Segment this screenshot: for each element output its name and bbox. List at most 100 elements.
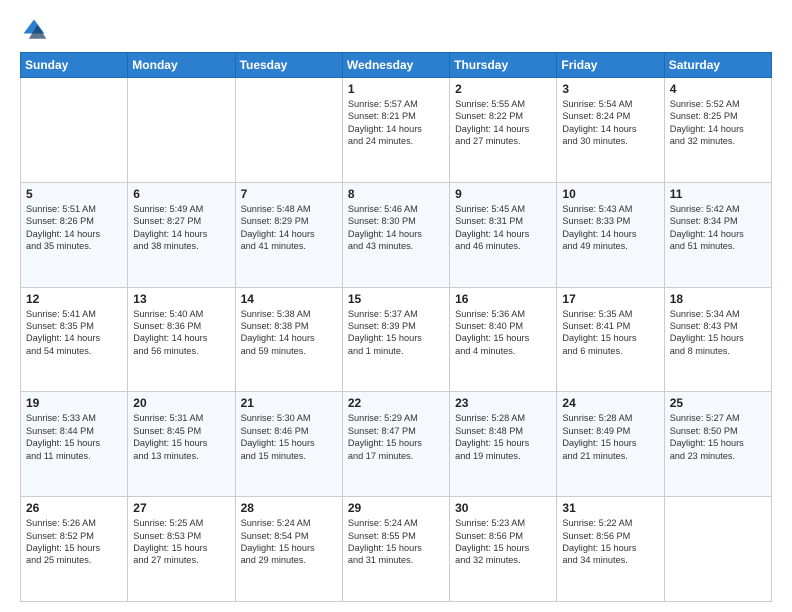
calendar-week-3: 12 Sunrise: 5:41 AM Sunset: 8:35 PM Dayli… bbox=[21, 287, 772, 392]
calendar-cell: 3 Sunrise: 5:54 AM Sunset: 8:24 PM Daylig… bbox=[557, 78, 664, 183]
calendar-cell: 11 Sunrise: 5:42 AM Sunset: 8:34 PM Dayli… bbox=[664, 182, 771, 287]
calendar-cell: 12 Sunrise: 5:41 AM Sunset: 8:35 PM Dayli… bbox=[21, 287, 128, 392]
cell-info: Sunrise: 5:25 AM Sunset: 8:53 PM Dayligh… bbox=[133, 517, 229, 567]
calendar-cell: 2 Sunrise: 5:55 AM Sunset: 8:22 PM Daylig… bbox=[450, 78, 557, 183]
calendar-table: SundayMondayTuesdayWednesdayThursdayFrid… bbox=[20, 52, 772, 602]
calendar-cell: 5 Sunrise: 5:51 AM Sunset: 8:26 PM Daylig… bbox=[21, 182, 128, 287]
day-header-tuesday: Tuesday bbox=[235, 53, 342, 78]
cell-info: Sunrise: 5:55 AM Sunset: 8:22 PM Dayligh… bbox=[455, 98, 551, 148]
calendar-week-4: 19 Sunrise: 5:33 AM Sunset: 8:44 PM Dayli… bbox=[21, 392, 772, 497]
day-number: 10 bbox=[562, 187, 658, 201]
cell-info: Sunrise: 5:26 AM Sunset: 8:52 PM Dayligh… bbox=[26, 517, 122, 567]
day-number: 11 bbox=[670, 187, 766, 201]
cell-info: Sunrise: 5:40 AM Sunset: 8:36 PM Dayligh… bbox=[133, 308, 229, 358]
cell-info: Sunrise: 5:41 AM Sunset: 8:35 PM Dayligh… bbox=[26, 308, 122, 358]
cell-info: Sunrise: 5:52 AM Sunset: 8:25 PM Dayligh… bbox=[670, 98, 766, 148]
cell-info: Sunrise: 5:38 AM Sunset: 8:38 PM Dayligh… bbox=[241, 308, 337, 358]
calendar-cell: 7 Sunrise: 5:48 AM Sunset: 8:29 PM Daylig… bbox=[235, 182, 342, 287]
calendar-cell: 21 Sunrise: 5:30 AM Sunset: 8:46 PM Dayli… bbox=[235, 392, 342, 497]
cell-info: Sunrise: 5:29 AM Sunset: 8:47 PM Dayligh… bbox=[348, 412, 444, 462]
calendar-cell: 24Sunrise: 5:28 AM Sunset: 8:49 PM Dayli… bbox=[557, 392, 664, 497]
day-number: 29 bbox=[348, 501, 444, 515]
calendar-week-5: 26 Sunrise: 5:26 AM Sunset: 8:52 PM Dayli… bbox=[21, 497, 772, 602]
calendar-cell: 6 Sunrise: 5:49 AM Sunset: 8:27 PM Daylig… bbox=[128, 182, 235, 287]
calendar-cell: 29 Sunrise: 5:24 AM Sunset: 8:55 PM Dayli… bbox=[342, 497, 449, 602]
day-number: 14 bbox=[241, 292, 337, 306]
day-number: 15 bbox=[348, 292, 444, 306]
calendar-cell: 9Sunrise: 5:45 AM Sunset: 8:31 PM Daylig… bbox=[450, 182, 557, 287]
cell-info: Sunrise: 5:33 AM Sunset: 8:44 PM Dayligh… bbox=[26, 412, 122, 462]
calendar-cell: 1 Sunrise: 5:57 AM Sunset: 8:21 PM Daylig… bbox=[342, 78, 449, 183]
day-number: 3 bbox=[562, 82, 658, 96]
calendar-cell: 30Sunrise: 5:23 AM Sunset: 8:56 PM Dayli… bbox=[450, 497, 557, 602]
calendar-body: 1 Sunrise: 5:57 AM Sunset: 8:21 PM Daylig… bbox=[21, 78, 772, 602]
cell-info: Sunrise: 5:36 AM Sunset: 8:40 PM Dayligh… bbox=[455, 308, 551, 358]
cell-info: Sunrise: 5:46 AM Sunset: 8:30 PM Dayligh… bbox=[348, 203, 444, 253]
day-number: 4 bbox=[670, 82, 766, 96]
cell-info: Sunrise: 5:42 AM Sunset: 8:34 PM Dayligh… bbox=[670, 203, 766, 253]
calendar-cell bbox=[128, 78, 235, 183]
cell-info: Sunrise: 5:24 AM Sunset: 8:54 PM Dayligh… bbox=[241, 517, 337, 567]
cell-info: Sunrise: 5:24 AM Sunset: 8:55 PM Dayligh… bbox=[348, 517, 444, 567]
day-number: 26 bbox=[26, 501, 122, 515]
day-number: 7 bbox=[241, 187, 337, 201]
day-header-friday: Friday bbox=[557, 53, 664, 78]
calendar-cell: 31 Sunrise: 5:22 AM Sunset: 8:56 PM Dayli… bbox=[557, 497, 664, 602]
cell-info: Sunrise: 5:43 AM Sunset: 8:33 PM Dayligh… bbox=[562, 203, 658, 253]
cell-info: Sunrise: 5:35 AM Sunset: 8:41 PM Dayligh… bbox=[562, 308, 658, 358]
day-number: 12 bbox=[26, 292, 122, 306]
calendar-cell: 22 Sunrise: 5:29 AM Sunset: 8:47 PM Dayli… bbox=[342, 392, 449, 497]
cell-info: Sunrise: 5:57 AM Sunset: 8:21 PM Dayligh… bbox=[348, 98, 444, 148]
day-number: 18 bbox=[670, 292, 766, 306]
calendar-cell: 28 Sunrise: 5:24 AM Sunset: 8:54 PM Dayli… bbox=[235, 497, 342, 602]
cell-info: Sunrise: 5:27 AM Sunset: 8:50 PM Dayligh… bbox=[670, 412, 766, 462]
calendar-cell: 14 Sunrise: 5:38 AM Sunset: 8:38 PM Dayli… bbox=[235, 287, 342, 392]
calendar-cell: 4 Sunrise: 5:52 AM Sunset: 8:25 PM Daylig… bbox=[664, 78, 771, 183]
calendar-cell: 20 Sunrise: 5:31 AM Sunset: 8:45 PM Dayli… bbox=[128, 392, 235, 497]
calendar-cell bbox=[235, 78, 342, 183]
calendar-cell: 19 Sunrise: 5:33 AM Sunset: 8:44 PM Dayli… bbox=[21, 392, 128, 497]
calendar-cell: 15 Sunrise: 5:37 AM Sunset: 8:39 PM Dayli… bbox=[342, 287, 449, 392]
cell-info: Sunrise: 5:51 AM Sunset: 8:26 PM Dayligh… bbox=[26, 203, 122, 253]
logo-icon bbox=[20, 16, 48, 44]
day-number: 25 bbox=[670, 396, 766, 410]
cell-info: Sunrise: 5:34 AM Sunset: 8:43 PM Dayligh… bbox=[670, 308, 766, 358]
cell-info: Sunrise: 5:54 AM Sunset: 8:24 PM Dayligh… bbox=[562, 98, 658, 148]
day-number: 6 bbox=[133, 187, 229, 201]
logo bbox=[20, 16, 52, 44]
day-header-saturday: Saturday bbox=[664, 53, 771, 78]
day-number: 23 bbox=[455, 396, 551, 410]
cell-info: Sunrise: 5:22 AM Sunset: 8:56 PM Dayligh… bbox=[562, 517, 658, 567]
calendar-cell: 27Sunrise: 5:25 AM Sunset: 8:53 PM Dayli… bbox=[128, 497, 235, 602]
day-number: 1 bbox=[348, 82, 444, 96]
day-number: 2 bbox=[455, 82, 551, 96]
calendar-week-1: 1 Sunrise: 5:57 AM Sunset: 8:21 PM Daylig… bbox=[21, 78, 772, 183]
day-number: 9 bbox=[455, 187, 551, 201]
calendar-cell: 16 Sunrise: 5:36 AM Sunset: 8:40 PM Dayli… bbox=[450, 287, 557, 392]
cell-info: Sunrise: 5:31 AM Sunset: 8:45 PM Dayligh… bbox=[133, 412, 229, 462]
cell-info: Sunrise: 5:37 AM Sunset: 8:39 PM Dayligh… bbox=[348, 308, 444, 358]
cell-info: Sunrise: 5:49 AM Sunset: 8:27 PM Dayligh… bbox=[133, 203, 229, 253]
calendar-cell: 25 Sunrise: 5:27 AM Sunset: 8:50 PM Dayli… bbox=[664, 392, 771, 497]
day-number: 30 bbox=[455, 501, 551, 515]
day-number: 16 bbox=[455, 292, 551, 306]
day-header-thursday: Thursday bbox=[450, 53, 557, 78]
day-number: 8 bbox=[348, 187, 444, 201]
cell-info: Sunrise: 5:30 AM Sunset: 8:46 PM Dayligh… bbox=[241, 412, 337, 462]
day-number: 21 bbox=[241, 396, 337, 410]
calendar-cell: 26 Sunrise: 5:26 AM Sunset: 8:52 PM Dayli… bbox=[21, 497, 128, 602]
calendar-cell: 23 Sunrise: 5:28 AM Sunset: 8:48 PM Dayli… bbox=[450, 392, 557, 497]
calendar-cell: 18 Sunrise: 5:34 AM Sunset: 8:43 PM Dayli… bbox=[664, 287, 771, 392]
cell-info: Sunrise: 5:28 AM Sunset: 8:48 PM Dayligh… bbox=[455, 412, 551, 462]
calendar-cell bbox=[664, 497, 771, 602]
calendar-cell: 17Sunrise: 5:35 AM Sunset: 8:41 PM Dayli… bbox=[557, 287, 664, 392]
day-number: 22 bbox=[348, 396, 444, 410]
day-number: 31 bbox=[562, 501, 658, 515]
day-number: 24 bbox=[562, 396, 658, 410]
day-number: 19 bbox=[26, 396, 122, 410]
cell-info: Sunrise: 5:48 AM Sunset: 8:29 PM Dayligh… bbox=[241, 203, 337, 253]
day-number: 5 bbox=[26, 187, 122, 201]
day-number: 20 bbox=[133, 396, 229, 410]
page: SundayMondayTuesdayWednesdayThursdayFrid… bbox=[0, 0, 792, 612]
day-number: 28 bbox=[241, 501, 337, 515]
